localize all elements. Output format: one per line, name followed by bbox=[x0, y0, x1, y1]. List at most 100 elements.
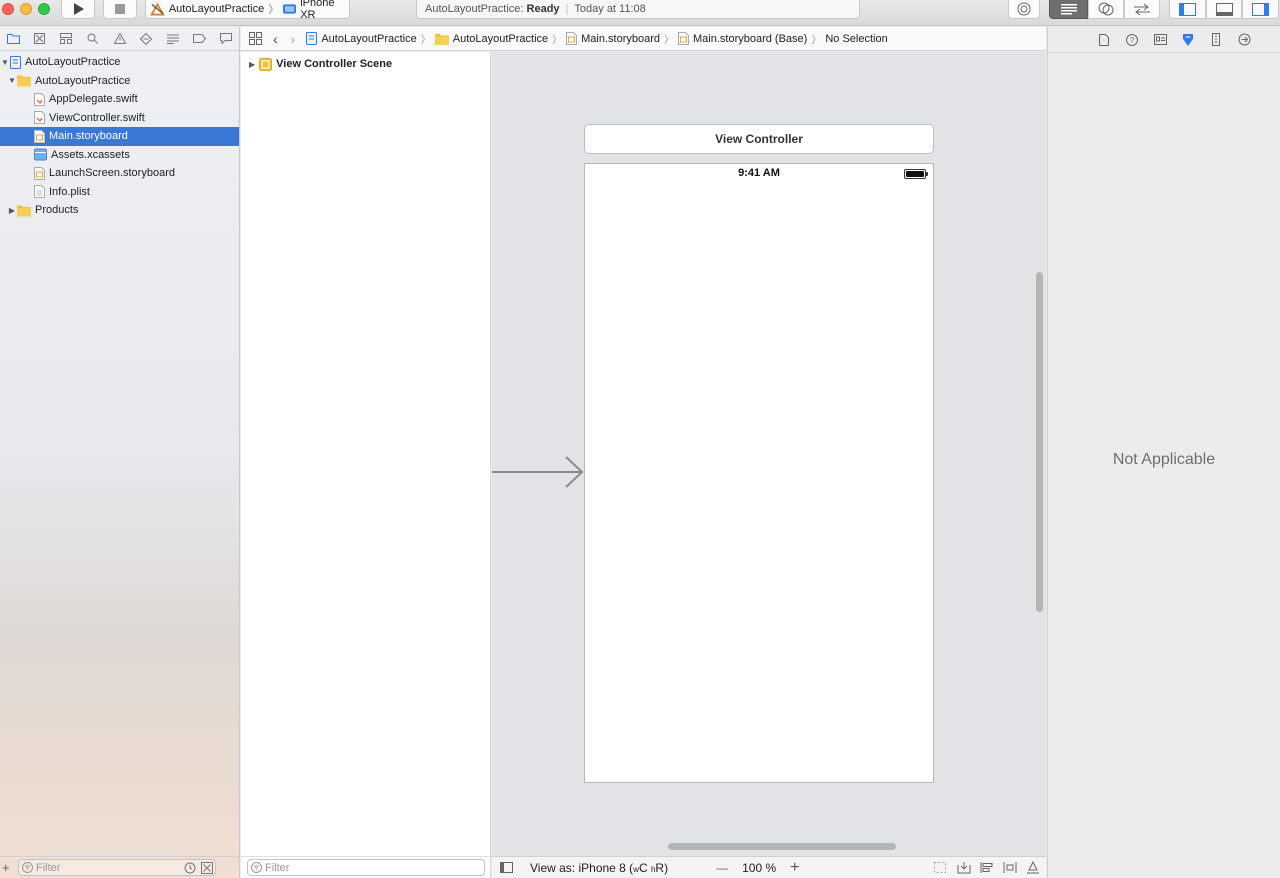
scm-filter-icon[interactable] bbox=[201, 861, 213, 874]
zoom-in-button[interactable]: + bbox=[790, 859, 799, 877]
breadcrumb-label: No Selection bbox=[825, 32, 888, 45]
scheme-selector[interactable]: AutoLayoutPractice 〉 iPhone XR bbox=[145, 0, 350, 21]
issue-icon[interactable] bbox=[106, 33, 133, 44]
test-icon[interactable] bbox=[133, 32, 160, 45]
connections-inspector-icon[interactable] bbox=[1237, 33, 1251, 46]
file-inspector-icon[interactable] bbox=[1097, 33, 1111, 46]
view-as-device-button[interactable]: View as: iPhone 8 (wC hR) bbox=[530, 861, 668, 875]
source-control-icon[interactable] bbox=[27, 33, 54, 44]
tree-item-file-selected[interactable]: Main.storyboard bbox=[0, 127, 239, 146]
folder-icon bbox=[434, 33, 449, 45]
standard-editor-button[interactable] bbox=[1049, 0, 1088, 19]
tree-item-file[interactable]: AppDelegate.swift bbox=[0, 90, 239, 109]
breadcrumb-project[interactable]: AutoLayoutPractice bbox=[306, 32, 417, 45]
canvas-bottom-bar: View as: iPhone 8 (wC hR) — 100 % + bbox=[492, 856, 1046, 878]
tree-item-file[interactable]: Info.plist bbox=[0, 183, 239, 202]
breakpoints-toggle-button[interactable] bbox=[1008, 0, 1040, 19]
canvas-horizontal-scrollbar[interactable] bbox=[668, 843, 896, 850]
tree-item-file[interactable]: LaunchScreen.storyboard bbox=[0, 164, 239, 183]
update-frames-icon[interactable] bbox=[933, 861, 947, 874]
window-toolbar: AutoLayoutPractice 〉 iPhone XR AutoLayou… bbox=[0, 0, 1280, 26]
outline-toggle-icon[interactable] bbox=[500, 862, 513, 873]
debug-toggle-icon bbox=[1215, 2, 1233, 16]
activity-divider: | bbox=[565, 3, 569, 15]
navigator-filter-input[interactable]: Filter bbox=[18, 859, 216, 876]
window-zoom-button[interactable] bbox=[38, 3, 50, 15]
tree-item-group[interactable]: ▼ AutoLayoutPractice bbox=[0, 72, 239, 91]
navigator-toggle-button[interactable] bbox=[1169, 0, 1206, 19]
forward-arrow-icon[interactable]: › bbox=[291, 31, 296, 47]
outline-filter-bar: Filter bbox=[241, 856, 491, 878]
report-icon[interactable] bbox=[213, 33, 240, 44]
embed-in-stack-icon[interactable] bbox=[957, 861, 971, 874]
view-controller-view[interactable]: 9:41 AM bbox=[584, 163, 934, 783]
status-bar-time: 9:41 AM bbox=[738, 167, 780, 179]
symbol-icon[interactable] bbox=[53, 33, 80, 44]
view-controller-scene-title[interactable]: View Controller bbox=[584, 124, 934, 154]
quick-help-icon[interactable]: ? bbox=[1125, 33, 1139, 46]
tree-item-file[interactable]: ViewController.swift bbox=[0, 109, 239, 128]
activity-viewer: AutoLayoutPractice: Ready | Today at 11:… bbox=[416, 0, 860, 19]
folder-icon[interactable] bbox=[0, 33, 27, 44]
zoom-out-button[interactable]: — bbox=[716, 861, 728, 875]
recent-files-icon[interactable] bbox=[184, 862, 196, 874]
breadcrumb-selection[interactable]: No Selection bbox=[825, 33, 887, 45]
view-controller-title-label: View Controller bbox=[715, 132, 803, 146]
find-icon[interactable] bbox=[80, 33, 107, 44]
tree-item-label: AppDelegate.swift bbox=[49, 93, 138, 106]
storyboard-canvas[interactable]: View Controller 9:41 AM bbox=[492, 52, 1046, 856]
swift-file-icon bbox=[34, 111, 45, 125]
window-close-button[interactable] bbox=[2, 3, 14, 15]
align-icon[interactable] bbox=[980, 861, 994, 874]
breadcrumb-group[interactable]: AutoLayoutPractice bbox=[434, 32, 549, 45]
disclosure-open-icon[interactable]: ▼ bbox=[0, 58, 10, 67]
svg-text:?: ? bbox=[1130, 36, 1135, 45]
standard-editor-icon bbox=[1060, 3, 1077, 14]
debug-area-toggle-button[interactable] bbox=[1206, 0, 1242, 19]
assistant-editor-icon bbox=[1098, 2, 1114, 16]
related-items-icon[interactable] bbox=[249, 32, 262, 45]
tree-item-file[interactable]: Assets.xcassets bbox=[0, 146, 239, 165]
activity-time: Today at 11:08 bbox=[574, 3, 646, 15]
outline-item-scene[interactable]: ▶ View Controller Scene bbox=[241, 52, 490, 76]
window-minimize-button[interactable] bbox=[20, 3, 32, 15]
navigator-tab-bar bbox=[0, 27, 239, 51]
disclosure-closed-icon[interactable]: ▶ bbox=[249, 60, 255, 69]
identity-inspector-icon[interactable] bbox=[1153, 34, 1167, 45]
breakpoint-nav-icon[interactable] bbox=[186, 34, 213, 43]
breadcrumb-separator-icon: 〉 bbox=[420, 35, 431, 46]
version-editor-button[interactable] bbox=[1124, 0, 1160, 19]
utilities-toggle-button[interactable] bbox=[1242, 0, 1279, 19]
folder-icon bbox=[17, 205, 31, 217]
disclosure-open-icon[interactable]: ▼ bbox=[7, 76, 17, 85]
tree-item-project[interactable]: ▼ AutoLayoutPractice bbox=[0, 53, 239, 72]
run-icon bbox=[73, 3, 84, 15]
run-button[interactable] bbox=[61, 0, 95, 19]
breadcrumb-label: AutoLayoutPractice bbox=[452, 32, 549, 45]
stop-button[interactable] bbox=[103, 0, 137, 19]
breadcrumb-file[interactable]: Main.storyboard bbox=[566, 32, 660, 45]
outline-filter-input[interactable]: Filter bbox=[247, 859, 485, 876]
back-arrow-icon[interactable]: ‹ bbox=[273, 31, 278, 47]
swift-file-icon bbox=[34, 92, 45, 106]
add-constraints-icon[interactable] bbox=[1003, 861, 1017, 874]
xcode-app-icon bbox=[150, 2, 165, 16]
scene-label: View Controller Scene bbox=[276, 58, 393, 70]
scheme-target-label: AutoLayoutPractice bbox=[168, 3, 265, 15]
tree-item-label: ViewController.swift bbox=[49, 111, 145, 124]
disclosure-closed-icon[interactable]: ▶ bbox=[7, 206, 17, 215]
attributes-inspector-icon[interactable] bbox=[1181, 33, 1195, 47]
tree-item-group[interactable]: ▶ Products bbox=[0, 201, 239, 220]
size-inspector-icon[interactable] bbox=[1209, 33, 1223, 46]
canvas-vertical-scrollbar[interactable] bbox=[1036, 272, 1043, 612]
inspector-tab-bar: ? bbox=[1048, 27, 1280, 53]
stop-icon bbox=[115, 4, 125, 14]
battery-icon bbox=[904, 169, 928, 179]
assistant-editor-button[interactable] bbox=[1088, 0, 1124, 19]
add-icon[interactable]: + bbox=[2, 860, 14, 875]
breadcrumb-localization[interactable]: Main.storyboard (Base) bbox=[678, 32, 807, 45]
breakpoint-icon bbox=[1017, 2, 1031, 16]
utilities-toggle-icon bbox=[1252, 2, 1269, 16]
resolve-autolayout-icon[interactable] bbox=[1026, 861, 1040, 874]
debug-icon[interactable] bbox=[159, 34, 186, 44]
